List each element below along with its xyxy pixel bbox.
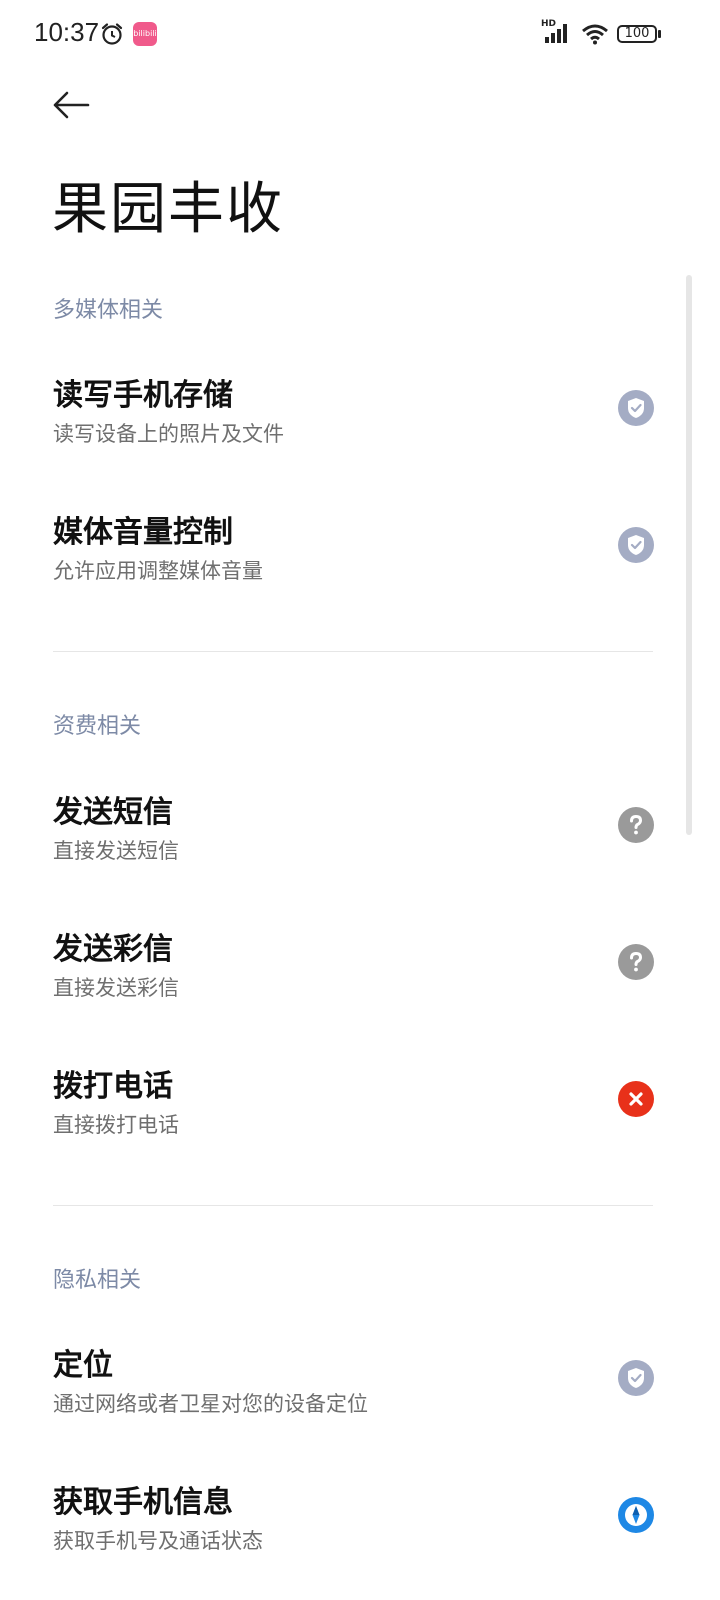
battery-tip	[658, 30, 661, 38]
permission-item-media-volume[interactable]: 媒体音量控制 允许应用调整媒体音量	[0, 507, 720, 617]
permission-title: 读写手机存储	[53, 378, 233, 413]
permission-desc: 直接发送短信	[53, 839, 179, 863]
shield-check-icon[interactable]	[618, 527, 654, 563]
permission-title: 拨打电话	[53, 1069, 173, 1104]
back-button[interactable]	[46, 82, 96, 128]
section-header-multimedia: 多媒体相关	[53, 298, 164, 323]
section-header-charges: 资费相关	[53, 714, 142, 739]
shield-check-icon[interactable]	[618, 390, 654, 426]
question-icon[interactable]	[618, 807, 654, 843]
permission-title: 媒体音量控制	[53, 515, 233, 550]
close-circle-icon[interactable]	[618, 1081, 654, 1117]
question-icon[interactable]	[618, 944, 654, 980]
permission-desc: 读写设备上的照片及文件	[53, 422, 284, 446]
status-bar: 10:37 bilibili HD 100	[0, 0, 720, 68]
back-arrow-icon	[53, 91, 90, 119]
permission-desc: 获取手机号及通话状态	[53, 1529, 263, 1553]
compass-icon[interactable]	[618, 1497, 654, 1533]
permission-item-storage[interactable]: 读写手机存储 读写设备上的照片及文件	[0, 370, 720, 480]
alarm-icon	[101, 23, 123, 45]
permission-title: 定位	[53, 1348, 113, 1383]
section-header-privacy: 隐私相关	[53, 1268, 142, 1293]
status-time: 10:37	[34, 17, 100, 47]
permission-desc: 允许应用调整媒体音量	[53, 559, 263, 583]
cell-signal-icon	[545, 24, 567, 43]
permission-item-phone-call[interactable]: 拨打电话 直接拨打电话	[0, 1061, 720, 1171]
wifi-icon	[582, 24, 608, 45]
battery-indicator: 100	[617, 25, 657, 43]
section-divider	[53, 651, 653, 652]
permission-desc: 直接拨打电话	[53, 1113, 179, 1137]
permission-desc: 通过网络或者卫星对您的设备定位	[53, 1392, 368, 1416]
permission-title: 发送彩信	[53, 932, 173, 967]
permission-item-location[interactable]: 定位 通过网络或者卫星对您的设备定位	[0, 1340, 720, 1450]
permission-title: 获取手机信息	[53, 1485, 233, 1520]
shield-check-icon[interactable]	[618, 1360, 654, 1396]
bilibili-app-icon: bilibili	[133, 22, 157, 46]
section-divider	[53, 1205, 653, 1206]
permission-item-phone-info[interactable]: 获取手机信息 获取手机号及通话状态	[0, 1477, 720, 1587]
permission-item-send-mms[interactable]: 发送彩信 直接发送彩信	[0, 924, 720, 1034]
permission-item-send-sms[interactable]: 发送短信 直接发送短信	[0, 787, 720, 897]
permission-desc: 直接发送彩信	[53, 976, 179, 1000]
page-title: 果园丰收	[52, 177, 284, 242]
permission-title: 发送短信	[53, 795, 173, 830]
